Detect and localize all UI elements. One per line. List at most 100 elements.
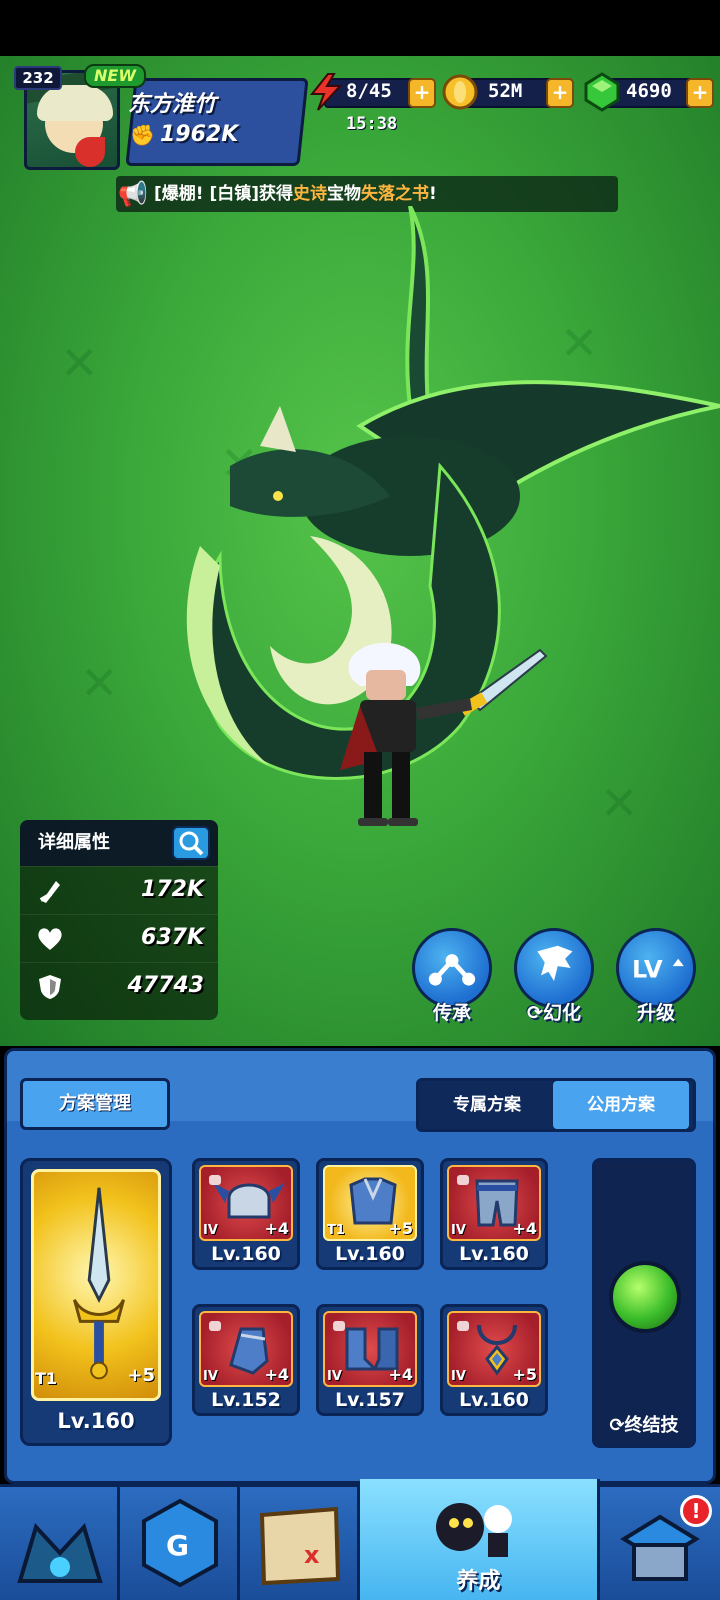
hp-value: 637K xyxy=(141,925,204,950)
bottom-nav: G x 养成 ! xyxy=(0,1479,720,1600)
status-bar xyxy=(0,0,720,56)
slot-tier: IV xyxy=(327,1369,342,1384)
link-nodes-icon xyxy=(428,954,476,986)
transform-label: ⟳幻化 xyxy=(527,1002,581,1024)
plan-management-button[interactable]: 方案管理 xyxy=(20,1078,170,1130)
shield-icon xyxy=(39,975,61,999)
player-name: 东方淮竹 xyxy=(128,92,217,117)
player-card[interactable]: 232 NEW 东方淮竹 ✊ 1962K xyxy=(10,64,309,170)
crystal-crown-icon xyxy=(17,1523,103,1583)
treasure-map-icon: x xyxy=(259,1506,341,1586)
ultimate-label: ⟳终结技 xyxy=(609,1415,679,1436)
weapon-level: Lv.160 xyxy=(57,1409,135,1433)
broadcast-rarity: 史诗 xyxy=(292,184,327,204)
lightning-icon xyxy=(309,73,343,111)
broadcast-text: 宝物 xyxy=(326,184,361,204)
slot-level: Lv.160 xyxy=(335,1243,405,1265)
leg-armor-slot[interactable]: IV +4 Lv.160 xyxy=(440,1158,548,1270)
defense-stat-row: 47743 xyxy=(20,962,218,1010)
weapon-plus: +5 xyxy=(127,1365,155,1386)
add-gold-button[interactable]: + xyxy=(546,78,574,108)
defense-value: 47743 xyxy=(127,973,204,998)
attack-value: 172K xyxy=(141,877,204,902)
hero-character xyxy=(340,642,548,826)
background-pattern: ✕ xyxy=(60,336,99,390)
gem-icon xyxy=(584,72,620,112)
dragon-head-icon xyxy=(537,945,573,981)
attack-stat-row: 172K xyxy=(20,866,218,914)
gauntlet-slot[interactable]: IV +4 Lv.152 xyxy=(192,1304,300,1416)
combat-power: 1962K xyxy=(160,122,239,147)
svg-text:G: G xyxy=(166,1529,189,1562)
character-icon xyxy=(436,1503,512,1557)
slot-tier: T1 xyxy=(327,1223,345,1238)
heart-icon xyxy=(38,928,62,950)
nav-item-map[interactable]: x xyxy=(240,1487,360,1600)
upgrade-button[interactable]: LV 升级 xyxy=(612,928,700,1028)
gem-resource: 4690 + xyxy=(582,72,714,112)
nav-item-shop[interactable]: ! xyxy=(600,1487,720,1600)
gem-value: 4690 xyxy=(626,80,672,102)
slot-plus: +4 xyxy=(512,1219,537,1238)
nav-label-develop: 养成 xyxy=(456,1569,501,1594)
gold-resource: 52M + xyxy=(442,74,574,110)
magnifier-icon xyxy=(179,831,204,856)
gold-value: 52M xyxy=(488,80,523,102)
slot-tier: IV xyxy=(203,1369,218,1384)
slot-plus: +4 xyxy=(264,1219,289,1238)
broadcast-item: 失落之书 xyxy=(360,184,429,204)
detailed-stats-panel: 详细属性 172K 637K 47743 xyxy=(20,820,218,1020)
weapon-slot[interactable]: T1 +5 Lv.160 xyxy=(20,1158,172,1446)
broadcast-text: ! xyxy=(428,184,437,204)
slot-level: Lv.160 xyxy=(459,1389,529,1411)
nav-item-gem[interactable]: G xyxy=(120,1487,240,1600)
slot-level: Lv.160 xyxy=(211,1243,281,1265)
hex-gem-icon: G xyxy=(142,1498,218,1588)
add-energy-button[interactable]: + xyxy=(408,78,436,108)
inherit-button[interactable]: 传承 xyxy=(408,928,496,1028)
ultimate-skill-slot[interactable]: ⟳终结技 xyxy=(592,1158,696,1448)
stats-title: 详细属性 xyxy=(38,832,110,853)
necklace-slot[interactable]: IV +5 Lv.160 xyxy=(440,1304,548,1416)
plan-tab-group: 专属方案 公用方案 xyxy=(416,1078,696,1132)
slot-plus: +4 xyxy=(388,1365,413,1384)
slot-tier: IV xyxy=(451,1223,466,1238)
transform-button[interactable]: ⟳幻化 xyxy=(510,928,598,1028)
level-up-icon: LV xyxy=(632,955,684,983)
svg-text:LV: LV xyxy=(632,955,663,983)
armor-slot[interactable]: T1 +5 Lv.160 xyxy=(316,1158,424,1270)
slot-tier: IV xyxy=(203,1223,218,1238)
slot-level: Lv.152 xyxy=(211,1389,281,1411)
upgrade-label: 升级 xyxy=(636,1002,675,1024)
background-pattern: ✕ xyxy=(80,656,119,710)
energy-resource: 8/45 + xyxy=(306,73,436,111)
slot-plus: +5 xyxy=(512,1365,537,1384)
tab-exclusive-plan[interactable]: 专属方案 xyxy=(419,1081,555,1129)
weapon-tier: T1 xyxy=(35,1369,58,1388)
inherit-label: 传承 xyxy=(432,1002,471,1024)
tab-shared-plan[interactable]: 公用方案 xyxy=(553,1081,689,1129)
ultimate-orb-icon xyxy=(609,1261,681,1333)
stats-search-button[interactable] xyxy=(172,826,210,860)
sword-icon xyxy=(39,881,60,903)
fist-icon: ✊ xyxy=(130,123,155,147)
nav-item-dungeon[interactable] xyxy=(0,1487,120,1600)
boots-slot[interactable]: IV +4 Lv.157 xyxy=(316,1304,424,1416)
player-level-badge: 232 xyxy=(14,66,62,90)
add-gem-button[interactable]: + xyxy=(686,78,714,108)
broadcast-text: [爆棚! [白镇]获得 xyxy=(154,184,293,204)
energy-value: 8/45 xyxy=(346,80,392,102)
svg-text:x: x xyxy=(304,1541,320,1569)
hp-stat-row: 637K xyxy=(20,914,218,962)
megaphone-icon: 📢 xyxy=(118,180,148,208)
slot-plus: +4 xyxy=(264,1365,289,1384)
slot-tier: IV xyxy=(451,1369,466,1384)
slot-level: Lv.160 xyxy=(459,1243,529,1265)
nav-item-develop[interactable]: 养成 xyxy=(360,1479,600,1600)
energy-timer: 15:38 xyxy=(346,114,398,134)
slot-level: Lv.157 xyxy=(335,1389,405,1411)
alert-badge: ! xyxy=(680,1495,712,1527)
helmet-slot[interactable]: IV +4 Lv.160 xyxy=(192,1158,300,1270)
new-badge: NEW xyxy=(84,64,146,88)
gold-coin-icon xyxy=(442,74,478,110)
